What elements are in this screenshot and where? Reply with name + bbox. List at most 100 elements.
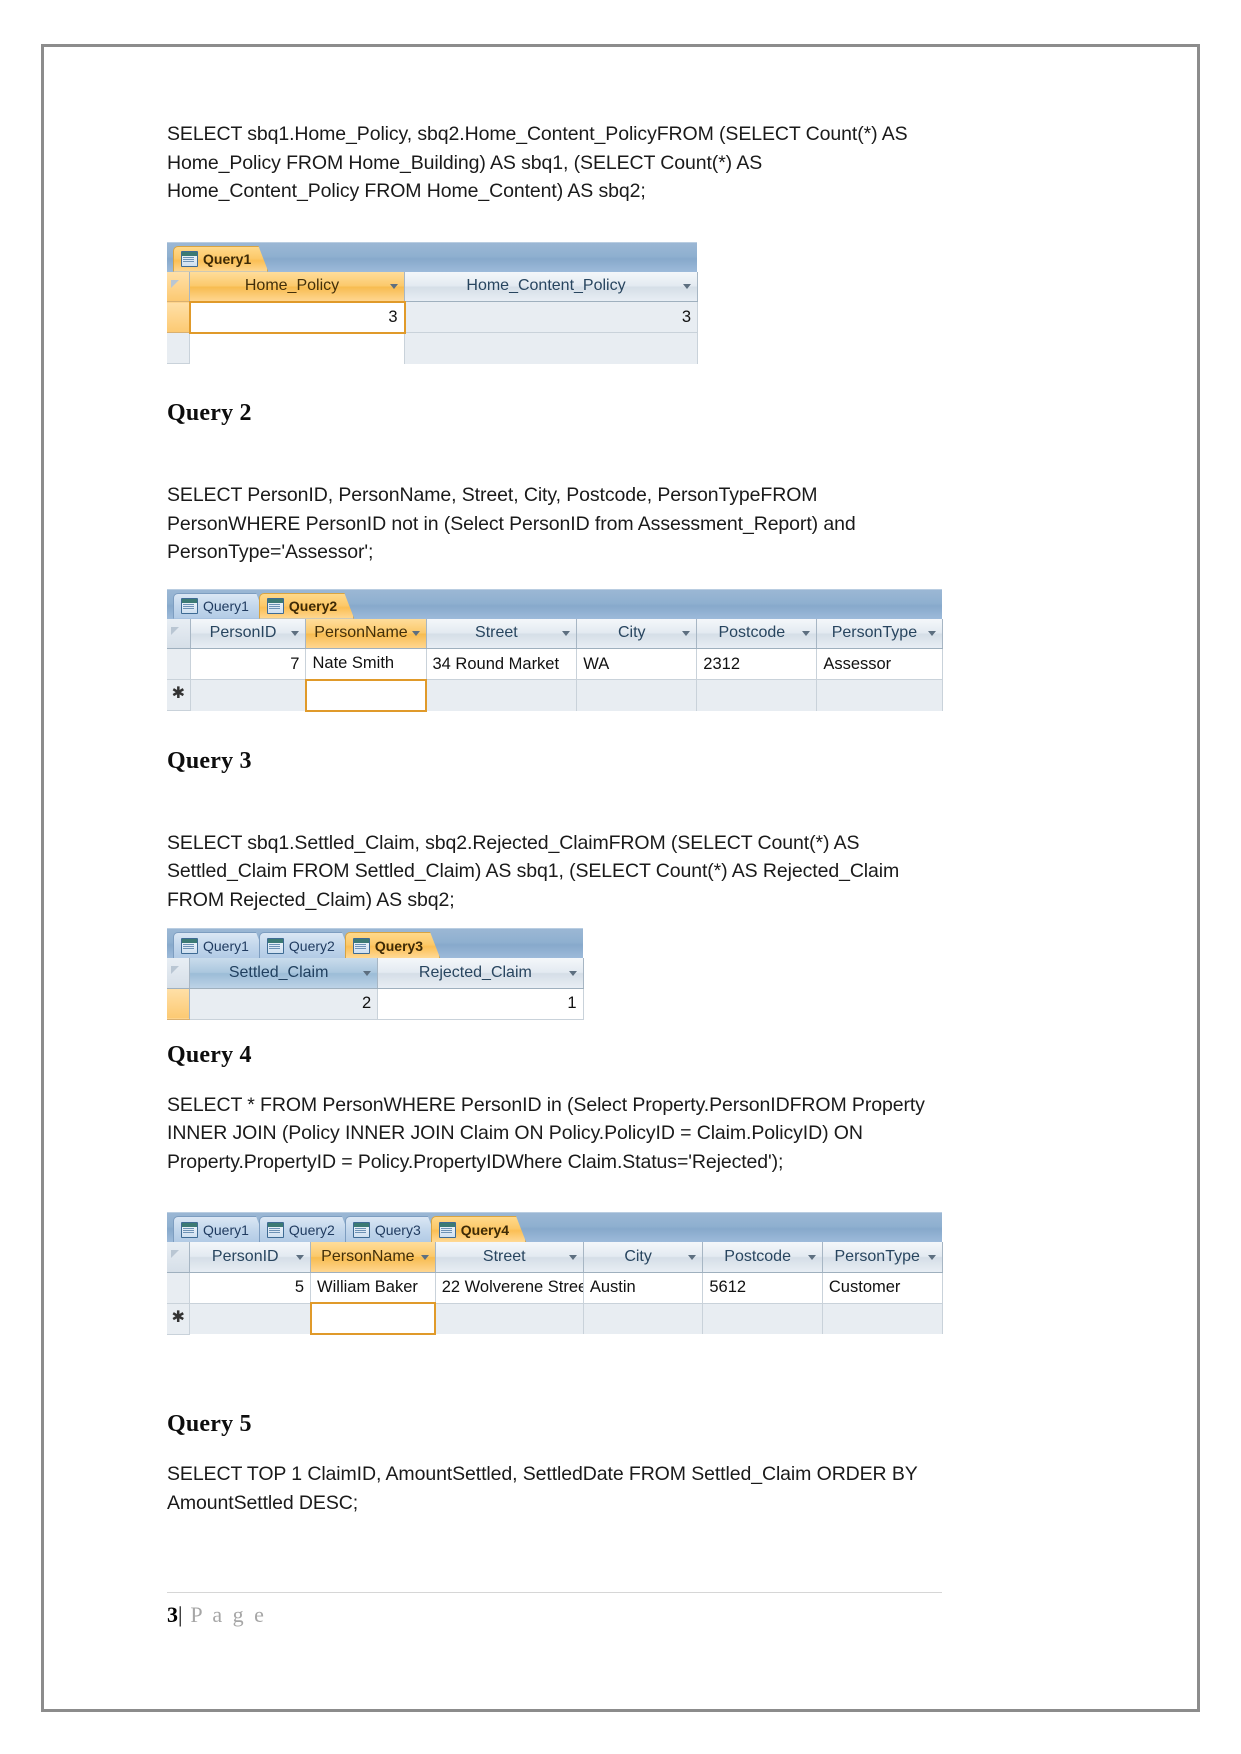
- table-row[interactable]: 2 1: [167, 988, 584, 1020]
- column-header-postcode[interactable]: Postcode: [702, 1242, 823, 1273]
- tab-query1[interactable]: Query1: [173, 246, 268, 272]
- header-row: PersonID PersonName Street City Postcode…: [167, 1242, 943, 1273]
- chevron-down-icon[interactable]: [807, 1254, 816, 1260]
- cell-empty[interactable]: [435, 1303, 584, 1334]
- row-select-corner[interactable]: [167, 271, 190, 302]
- chevron-down-icon[interactable]: [291, 631, 300, 637]
- chevron-down-icon[interactable]: [802, 631, 811, 637]
- chevron-down-icon[interactable]: [568, 1254, 577, 1260]
- column-header-persontype[interactable]: PersonType: [816, 618, 943, 649]
- row-selector[interactable]: [167, 988, 191, 1020]
- chevron-down-icon[interactable]: [363, 970, 372, 976]
- tab-query3[interactable]: Query3: [345, 932, 440, 958]
- table-row-empty[interactable]: [167, 332, 698, 364]
- table-row[interactable]: 5 William Baker 22 Wolverene Stree Austi…: [167, 1272, 943, 1304]
- tab-query2[interactable]: Query2: [259, 932, 352, 958]
- cell-empty[interactable]: [426, 679, 578, 711]
- cell-home-policy[interactable]: 3: [188, 300, 406, 334]
- column-header-rejected-claim[interactable]: Rejected_Claim: [377, 958, 584, 989]
- tab-query2[interactable]: Query2: [259, 1216, 352, 1242]
- cell-city[interactable]: Austin: [583, 1272, 704, 1304]
- cell-persontype[interactable]: Assessor: [816, 648, 943, 680]
- query1-tab-bar: Query1: [167, 241, 697, 272]
- column-header-personname[interactable]: PersonName: [305, 618, 427, 649]
- cell-empty[interactable]: [816, 679, 943, 711]
- row-select-corner[interactable]: [167, 958, 191, 989]
- column-header-persontype[interactable]: PersonType: [822, 1242, 943, 1273]
- column-header-street[interactable]: Street: [426, 618, 578, 649]
- cell-empty-focused[interactable]: [304, 678, 428, 712]
- column-header-personid[interactable]: PersonID: [190, 618, 307, 649]
- column-header-label: Street: [482, 1247, 526, 1265]
- cell-empty-focused[interactable]: [309, 1302, 437, 1335]
- chevron-down-icon[interactable]: [411, 631, 420, 637]
- column-header-city[interactable]: City: [583, 1242, 704, 1273]
- new-record-row[interactable]: ✱: [167, 1302, 943, 1335]
- tab-label: Query3: [374, 1221, 421, 1238]
- chevron-down-icon[interactable]: [688, 1254, 697, 1260]
- cell-rejected-claim[interactable]: 1: [377, 988, 584, 1020]
- tab-query1[interactable]: Query1: [173, 932, 266, 958]
- cell-empty[interactable]: [583, 1303, 704, 1334]
- cell-postcode[interactable]: 5612: [702, 1272, 823, 1304]
- chevron-down-icon[interactable]: [562, 631, 571, 637]
- query-icon: [353, 1222, 370, 1238]
- chevron-down-icon[interactable]: [682, 631, 691, 637]
- column-header-city[interactable]: City: [576, 618, 698, 649]
- table-row[interactable]: 7 Nate Smith 34 Round Market WA 2312 Ass…: [167, 648, 943, 680]
- row-selector[interactable]: [167, 332, 190, 364]
- column-header-settled-claim[interactable]: Settled_Claim: [189, 958, 379, 989]
- new-record-marker[interactable]: ✱: [167, 679, 191, 711]
- chevron-down-icon[interactable]: [420, 1254, 429, 1260]
- corner-triangle-icon: [171, 966, 179, 974]
- tab-query1[interactable]: Query1: [173, 593, 266, 619]
- cell-postcode[interactable]: 2312: [696, 648, 818, 680]
- query-icon: [181, 1222, 198, 1238]
- cell-personname[interactable]: Nate Smith: [305, 648, 427, 680]
- chevron-down-icon[interactable]: [296, 1254, 305, 1260]
- row-selector[interactable]: [167, 648, 191, 680]
- new-record-row[interactable]: ✱: [167, 678, 943, 712]
- cell-empty[interactable]: [189, 332, 405, 364]
- cell-empty[interactable]: [404, 332, 698, 364]
- query-icon: [181, 598, 198, 614]
- row-selector[interactable]: [167, 301, 190, 333]
- row-select-corner[interactable]: [167, 1242, 191, 1273]
- cell-empty[interactable]: [576, 679, 698, 711]
- cell-personname[interactable]: William Baker: [310, 1272, 436, 1304]
- cell-street[interactable]: 22 Wolverene Stree: [435, 1272, 584, 1304]
- cell-persontype[interactable]: Customer: [822, 1272, 943, 1304]
- cell-settled-claim[interactable]: 2: [189, 988, 379, 1020]
- column-header-street[interactable]: Street: [435, 1242, 584, 1273]
- chevron-down-icon[interactable]: [927, 1254, 936, 1260]
- column-header-personname[interactable]: PersonName: [310, 1242, 436, 1273]
- cell-city[interactable]: WA: [576, 648, 698, 680]
- column-header-home-policy[interactable]: Home_Policy: [189, 271, 405, 302]
- cell-empty[interactable]: [189, 1303, 312, 1334]
- tab-label: Query3: [374, 937, 424, 954]
- chevron-down-icon[interactable]: [683, 284, 691, 290]
- cell-empty[interactable]: [190, 679, 307, 711]
- tab-query3[interactable]: Query3: [345, 1216, 438, 1242]
- new-record-marker[interactable]: ✱: [167, 1303, 191, 1335]
- tab-query1[interactable]: Query1: [173, 1216, 266, 1242]
- tab-query4[interactable]: Query4: [431, 1216, 526, 1242]
- cell-empty[interactable]: [696, 679, 818, 711]
- column-header-home-content-policy[interactable]: Home_Content_Policy: [404, 271, 698, 302]
- chevron-down-icon[interactable]: [390, 284, 398, 289]
- cell-empty[interactable]: [822, 1303, 943, 1334]
- column-header-personid[interactable]: PersonID: [189, 1242, 312, 1273]
- header-row: PersonID PersonName Street City Postcode…: [167, 618, 943, 649]
- table-row[interactable]: 3 3: [167, 300, 698, 334]
- cell-street[interactable]: 34 Round Market: [426, 648, 578, 680]
- cell-personid[interactable]: 5: [189, 1272, 312, 1304]
- cell-empty[interactable]: [702, 1303, 823, 1334]
- row-select-corner[interactable]: [167, 618, 191, 649]
- cell-personid[interactable]: 7: [190, 648, 307, 680]
- column-header-postcode[interactable]: Postcode: [696, 618, 818, 649]
- chevron-down-icon[interactable]: [927, 631, 936, 637]
- row-selector[interactable]: [167, 1272, 191, 1304]
- chevron-down-icon[interactable]: [568, 970, 577, 976]
- tab-query2[interactable]: Query2: [259, 593, 354, 619]
- cell-home-content-policy[interactable]: 3: [404, 301, 698, 333]
